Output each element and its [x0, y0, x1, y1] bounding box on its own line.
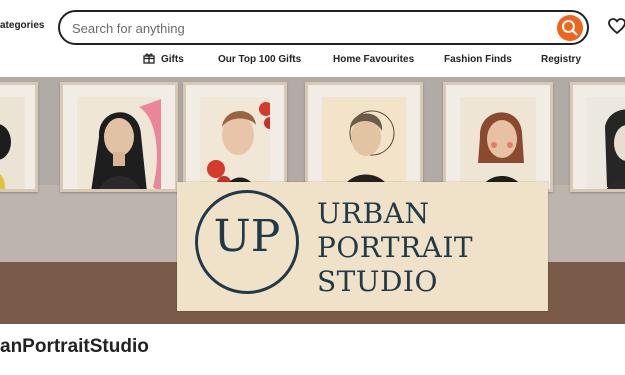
nav-item-gifts[interactable]: Gifts [161, 54, 184, 65]
nav-item-top-100-gifts[interactable]: Our Top 100 Gifts [218, 54, 301, 65]
portrait-frame [60, 82, 178, 192]
logo-monogram: UP [213, 211, 281, 262]
search-input[interactable] [72, 19, 542, 37]
logo-text-line2: PORTRAIT [317, 231, 474, 264]
nav-item-home-favourites[interactable]: Home Favourites [333, 54, 414, 65]
shop-name: anPortraitStudio [0, 336, 149, 357]
portrait-frame [183, 82, 287, 192]
heart-icon[interactable] [608, 18, 625, 34]
logo-text-line3: STUDIO [317, 265, 438, 298]
search-icon [562, 20, 578, 36]
logo-text-line1: URBAN [317, 197, 430, 230]
shop-banner: UP URBAN PORTRAIT STUDIO [0, 77, 625, 324]
portrait-frame [570, 82, 625, 192]
portrait-frame [0, 82, 38, 192]
gift-icon [143, 53, 155, 64]
search-button[interactable] [557, 15, 583, 41]
portrait-frame [443, 82, 553, 192]
search-bar [58, 10, 589, 45]
portrait-frame [305, 82, 423, 192]
shop-logo: UP URBAN PORTRAIT STUDIO [177, 182, 548, 311]
categories-button[interactable]: ategories [0, 20, 44, 31]
nav-item-fashion-finds[interactable]: Fashion Finds [444, 54, 512, 65]
logo-monogram-circle: UP [195, 190, 299, 294]
nav-item-registry[interactable]: Registry [541, 54, 581, 65]
header: ategories [0, 0, 625, 48]
category-nav: Gifts Our Top 100 Gifts Home Favourites … [0, 48, 625, 72]
